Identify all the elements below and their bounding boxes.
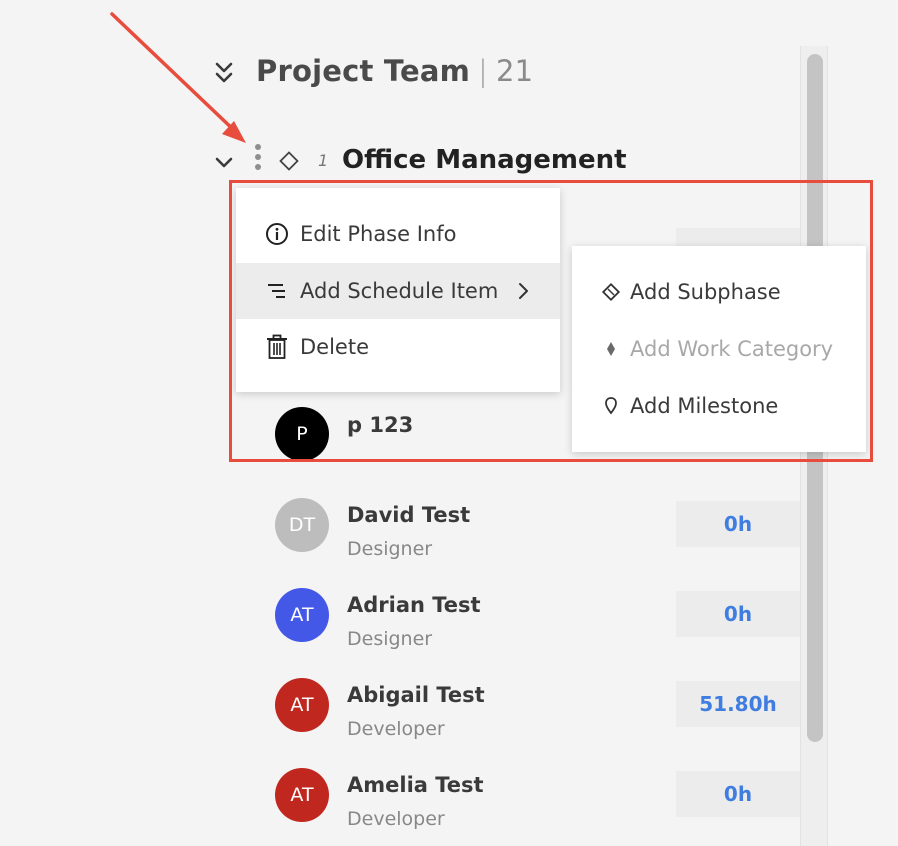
avatar-initials: AT xyxy=(290,604,314,626)
subphase-diamond-icon xyxy=(598,279,624,305)
avatar: AT xyxy=(275,588,329,642)
avatar: AT xyxy=(275,678,329,732)
member-role: Developer xyxy=(347,808,445,830)
member-name[interactable]: David Test xyxy=(347,503,470,527)
submenu-item-add-milestone[interactable]: Add Milestone xyxy=(572,378,866,434)
avatar-initials: P xyxy=(296,423,308,445)
avatar: DT xyxy=(275,498,329,552)
trash-icon xyxy=(264,334,290,360)
avatar-initials: AT xyxy=(290,694,314,716)
menu-item-label: Edit Phase Info xyxy=(300,222,457,246)
team-separator: | xyxy=(478,54,489,88)
milestone-pin-icon xyxy=(598,393,624,419)
menu-item-label: Add Schedule Item xyxy=(300,279,499,303)
submenu-item-add-subphase[interactable]: Add Subphase xyxy=(572,264,866,320)
hours-cell[interactable]: 51.80h xyxy=(676,681,800,727)
avatar: P xyxy=(275,407,329,461)
annotation-arrow-icon xyxy=(110,12,246,143)
menu-item-edit-phase-info[interactable]: Edit Phase Info xyxy=(236,206,560,262)
chevron-right-icon xyxy=(514,280,534,302)
member-name[interactable]: p 123 xyxy=(347,413,413,437)
collapse-all-icon[interactable] xyxy=(212,60,236,88)
submenu-item-label: Add Subphase xyxy=(630,280,781,304)
schedule-item-submenu: Add Subphase Add Work Category Add Miles… xyxy=(572,246,866,452)
avatar: AT xyxy=(275,768,329,822)
submenu-item-label: Add Work Category xyxy=(630,337,834,361)
hours-cell[interactable]: 0h xyxy=(676,771,800,817)
kebab-menu-icon[interactable] xyxy=(253,144,263,178)
member-name[interactable]: Adrian Test xyxy=(347,593,481,617)
menu-item-delete[interactable]: Delete xyxy=(236,319,560,375)
phase-diamond-icon xyxy=(278,150,300,172)
chevron-down-icon[interactable] xyxy=(212,150,236,174)
member-role: Designer xyxy=(347,538,433,560)
member-name[interactable]: Abigail Test xyxy=(347,683,485,707)
hours-cell[interactable]: 0h xyxy=(676,591,800,637)
work-category-diamond-icon xyxy=(598,336,624,362)
avatar-initials: AT xyxy=(290,784,314,806)
hours-cell[interactable]: 0h xyxy=(676,501,800,547)
phase-number: 1 xyxy=(318,151,329,170)
submenu-item-label: Add Milestone xyxy=(630,394,779,418)
schedule-lines-icon xyxy=(264,278,290,304)
phase-title[interactable]: Office Management xyxy=(342,145,627,175)
submenu-item-add-work-category: Add Work Category xyxy=(572,321,866,377)
member-role: Developer xyxy=(347,718,445,740)
phase-context-menu: Edit Phase Info Add Schedule Item Delete xyxy=(236,188,560,392)
avatar-initials: DT xyxy=(288,514,316,536)
member-name[interactable]: Amelia Test xyxy=(347,773,484,797)
menu-item-label: Delete xyxy=(300,335,369,359)
info-circle-icon xyxy=(264,221,290,247)
team-title: Project Team xyxy=(256,54,471,88)
member-role: Designer xyxy=(347,628,433,650)
team-count: 21 xyxy=(496,54,534,88)
team-header: Project Team | 21 xyxy=(256,54,533,88)
menu-item-add-schedule-item[interactable]: Add Schedule Item xyxy=(236,263,560,319)
